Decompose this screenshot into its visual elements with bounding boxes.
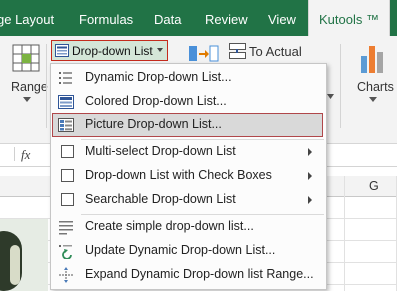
menu-item-label: Update Dynamic Drop-down List...	[85, 243, 276, 257]
chevron-down-icon[interactable]	[327, 94, 334, 99]
menu-item-label: Picture Drop-down List...	[85, 117, 222, 131]
menu-item-update-dynamic[interactable]: Update Dynamic Drop-down List...	[52, 239, 325, 263]
dynamic-list-icon	[59, 72, 72, 84]
dropdown-list-icon	[55, 44, 69, 57]
dropdown-list-menu: Dynamic Drop-down List... Colored Drop-d…	[50, 63, 327, 290]
menu-item-dynamic-dropdown[interactable]: Dynamic Drop-down List...	[52, 66, 325, 90]
name-box-divider	[4, 147, 15, 161]
menu-item-label: Create simple drop-down list...	[85, 219, 254, 233]
chevron-down-icon	[157, 48, 163, 52]
simple-list-icon	[59, 221, 73, 235]
fx-label[interactable]: fx	[21, 147, 30, 163]
menu-item-label: Searchable Drop-down List	[85, 192, 236, 206]
tab-data[interactable]: Data	[154, 0, 181, 36]
menu-item-create-simple[interactable]: Create simple drop-down list...	[52, 215, 325, 239]
menu-item-check-boxes[interactable]: Drop-down List with Check Boxes	[52, 164, 325, 188]
picture-list-icon	[58, 118, 74, 132]
expand-range-icon	[59, 267, 73, 283]
colored-list-icon	[58, 95, 74, 109]
menu-item-label: Dynamic Drop-down List...	[85, 70, 232, 84]
column-header-g[interactable]: G	[369, 179, 379, 193]
dropdown-list-button[interactable]: Drop-down List	[51, 40, 168, 61]
tab-view[interactable]: View	[268, 0, 296, 36]
charts-icon[interactable]	[360, 44, 386, 74]
tab-formulas[interactable]: Formulas	[79, 0, 133, 36]
checkbox-icon	[61, 193, 74, 206]
menu-item-expand-range[interactable]: Expand Dynamic Drop-down list Range...	[52, 263, 325, 287]
tab-kutools[interactable]: Kutools ™	[308, 0, 390, 37]
cell-picture[interactable]	[0, 219, 48, 291]
dropdown-list-label: Drop-down List	[72, 44, 153, 58]
menu-item-colored-dropdown[interactable]: Colored Drop-down List...	[52, 90, 325, 114]
charts-button-label[interactable]: Charts	[357, 80, 394, 94]
submenu-arrow-icon	[308, 196, 312, 204]
checkbox-icon	[61, 145, 74, 158]
menu-item-searchable[interactable]: Searchable Drop-down List	[52, 188, 325, 212]
menu-item-label: Drop-down List with Check Boxes	[85, 168, 272, 182]
ribbon-divider	[340, 44, 341, 128]
checkbox-icon	[61, 169, 74, 182]
tab-review[interactable]: Review	[205, 0, 248, 36]
menu-item-label: Colored Drop-down List...	[85, 94, 227, 108]
ribbon-divider	[46, 44, 47, 128]
menu-item-label: Multi-select Drop-down List	[85, 144, 236, 158]
menu-item-label: Expand Dynamic Drop-down list Range...	[85, 267, 314, 281]
range-icon[interactable]	[12, 44, 40, 72]
chevron-down-icon[interactable]	[23, 97, 31, 102]
range-button-label[interactable]: Range	[11, 80, 48, 94]
grid-line	[344, 176, 345, 291]
menu-item-multi-select[interactable]: Multi-select Drop-down List	[52, 140, 325, 164]
tab-page-layout[interactable]: ge Layout	[0, 0, 54, 36]
to-actual-icon	[229, 43, 246, 59]
ribbon-tab-bar: ge Layout Formulas Data Review View Kuto…	[0, 0, 397, 37]
menu-item-picture-dropdown[interactable]: Picture Drop-down List...	[52, 113, 323, 137]
update-list-icon	[59, 245, 72, 259]
convert-icon[interactable]	[188, 44, 220, 64]
to-actual-label[interactable]: To Actual	[249, 44, 302, 59]
submenu-arrow-icon	[308, 148, 312, 156]
chevron-down-icon[interactable]	[369, 97, 377, 102]
submenu-arrow-icon	[308, 172, 312, 180]
